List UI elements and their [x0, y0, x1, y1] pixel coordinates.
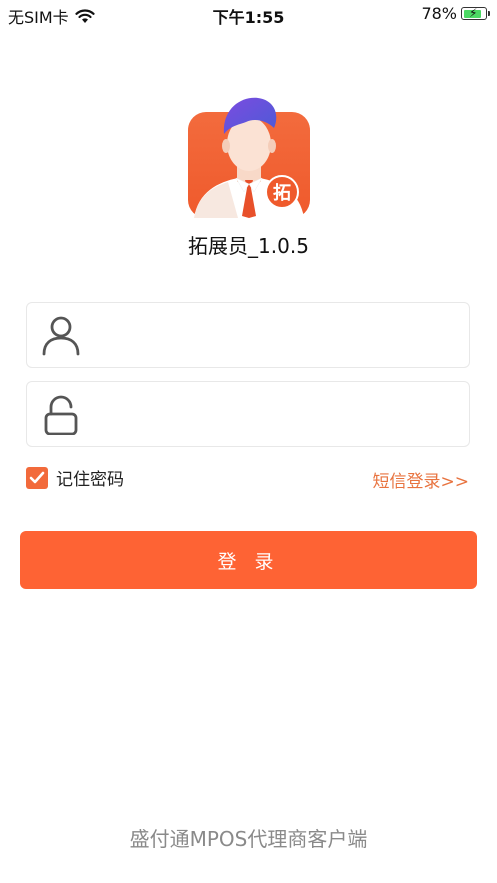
- login-button[interactable]: 登 录: [20, 531, 477, 589]
- username-input[interactable]: [97, 303, 457, 367]
- sms-login-link[interactable]: 短信登录>>: [373, 467, 470, 492]
- lock-icon: [44, 395, 78, 435]
- password-input[interactable]: [97, 382, 457, 446]
- app-name: 拓展员_1.0.5: [188, 234, 309, 258]
- password-field[interactable]: [26, 381, 470, 447]
- footer-text: 盛付通MPOS代理商客户端: [129, 827, 368, 851]
- battery-icon: ⚡: [461, 6, 490, 20]
- remember-password[interactable]: 记住密码: [26, 465, 124, 490]
- remember-label: 记住密码: [56, 470, 124, 490]
- battery-percent: 78%: [421, 4, 457, 23]
- charging-bolt-icon: ⚡: [469, 6, 478, 20]
- logo-badge-text: 拓: [273, 182, 291, 204]
- battery-tip: [487, 11, 490, 16]
- check-icon: [29, 471, 45, 483]
- status-right: 78% ⚡: [421, 4, 490, 23]
- remember-checkbox[interactable]: [26, 466, 48, 489]
- app-logo: 拓: [188, 97, 310, 218]
- status-bar: 无SIM卡 下午1:55 78% ⚡: [0, 0, 497, 30]
- username-field[interactable]: [26, 302, 470, 368]
- user-icon: [42, 316, 80, 356]
